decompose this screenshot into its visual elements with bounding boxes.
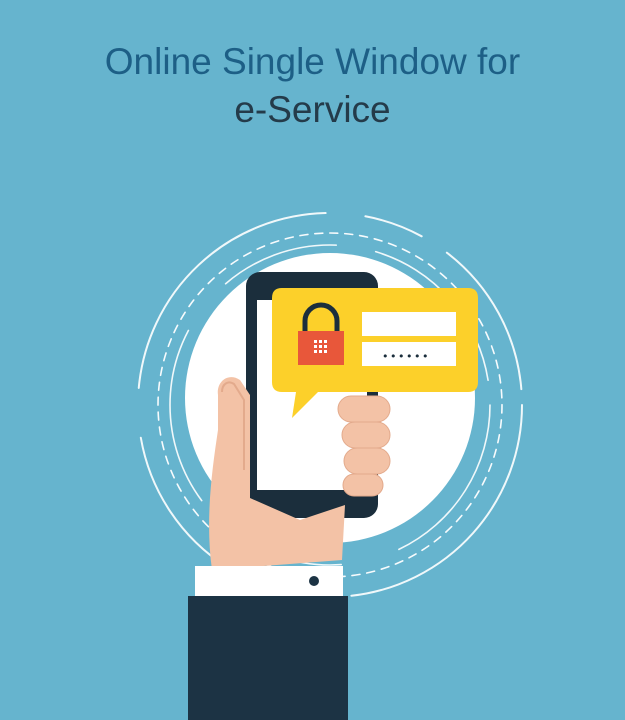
login-illustration: •••••• [137, 212, 523, 720]
sleeve [188, 596, 348, 720]
shirt-cuff [195, 566, 343, 596]
page: Online Single Window for e-Service •••••… [0, 0, 625, 720]
password-mask: •••••• [382, 350, 430, 363]
username-field [362, 312, 456, 336]
